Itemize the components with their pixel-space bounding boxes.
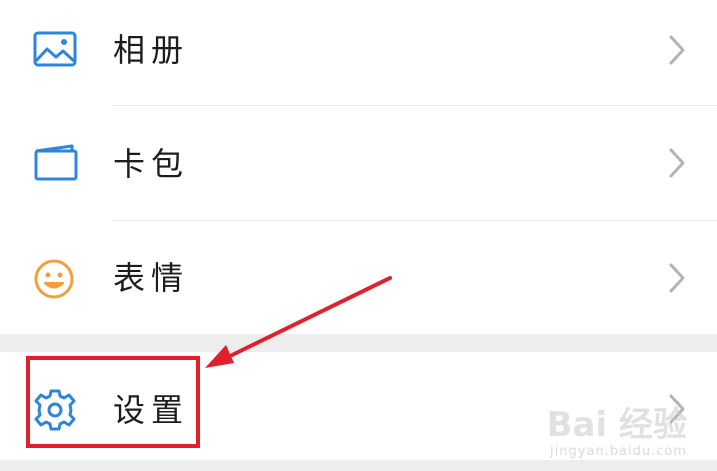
annotation-arrow	[205, 276, 392, 368]
watermark-brand: Bai 经验	[546, 405, 687, 445]
watermark: Bai 经验 jingyan.baidu.com	[547, 406, 687, 459]
watermark-url: jingyan.baidu.com	[550, 444, 687, 459]
